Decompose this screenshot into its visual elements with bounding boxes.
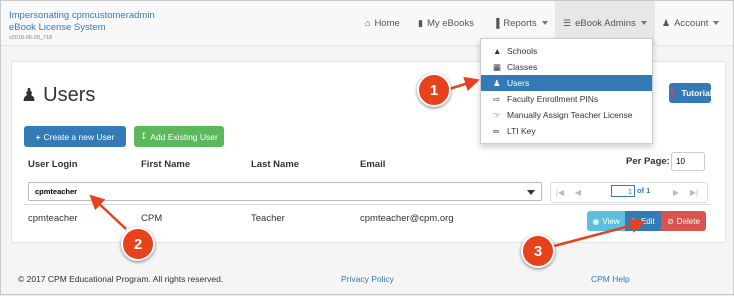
arrow-3	[553, 218, 646, 248]
browser-frame: Impersonating cpmcustomeradmin eBook Lic…	[0, 0, 734, 295]
callout-2: 2	[121, 227, 155, 261]
callout-3: 3	[521, 234, 555, 268]
callout-1: 1	[417, 73, 451, 107]
annotation-arrows	[89, 76, 646, 248]
arrow-1	[448, 76, 480, 92]
arrow-2	[89, 194, 127, 230]
